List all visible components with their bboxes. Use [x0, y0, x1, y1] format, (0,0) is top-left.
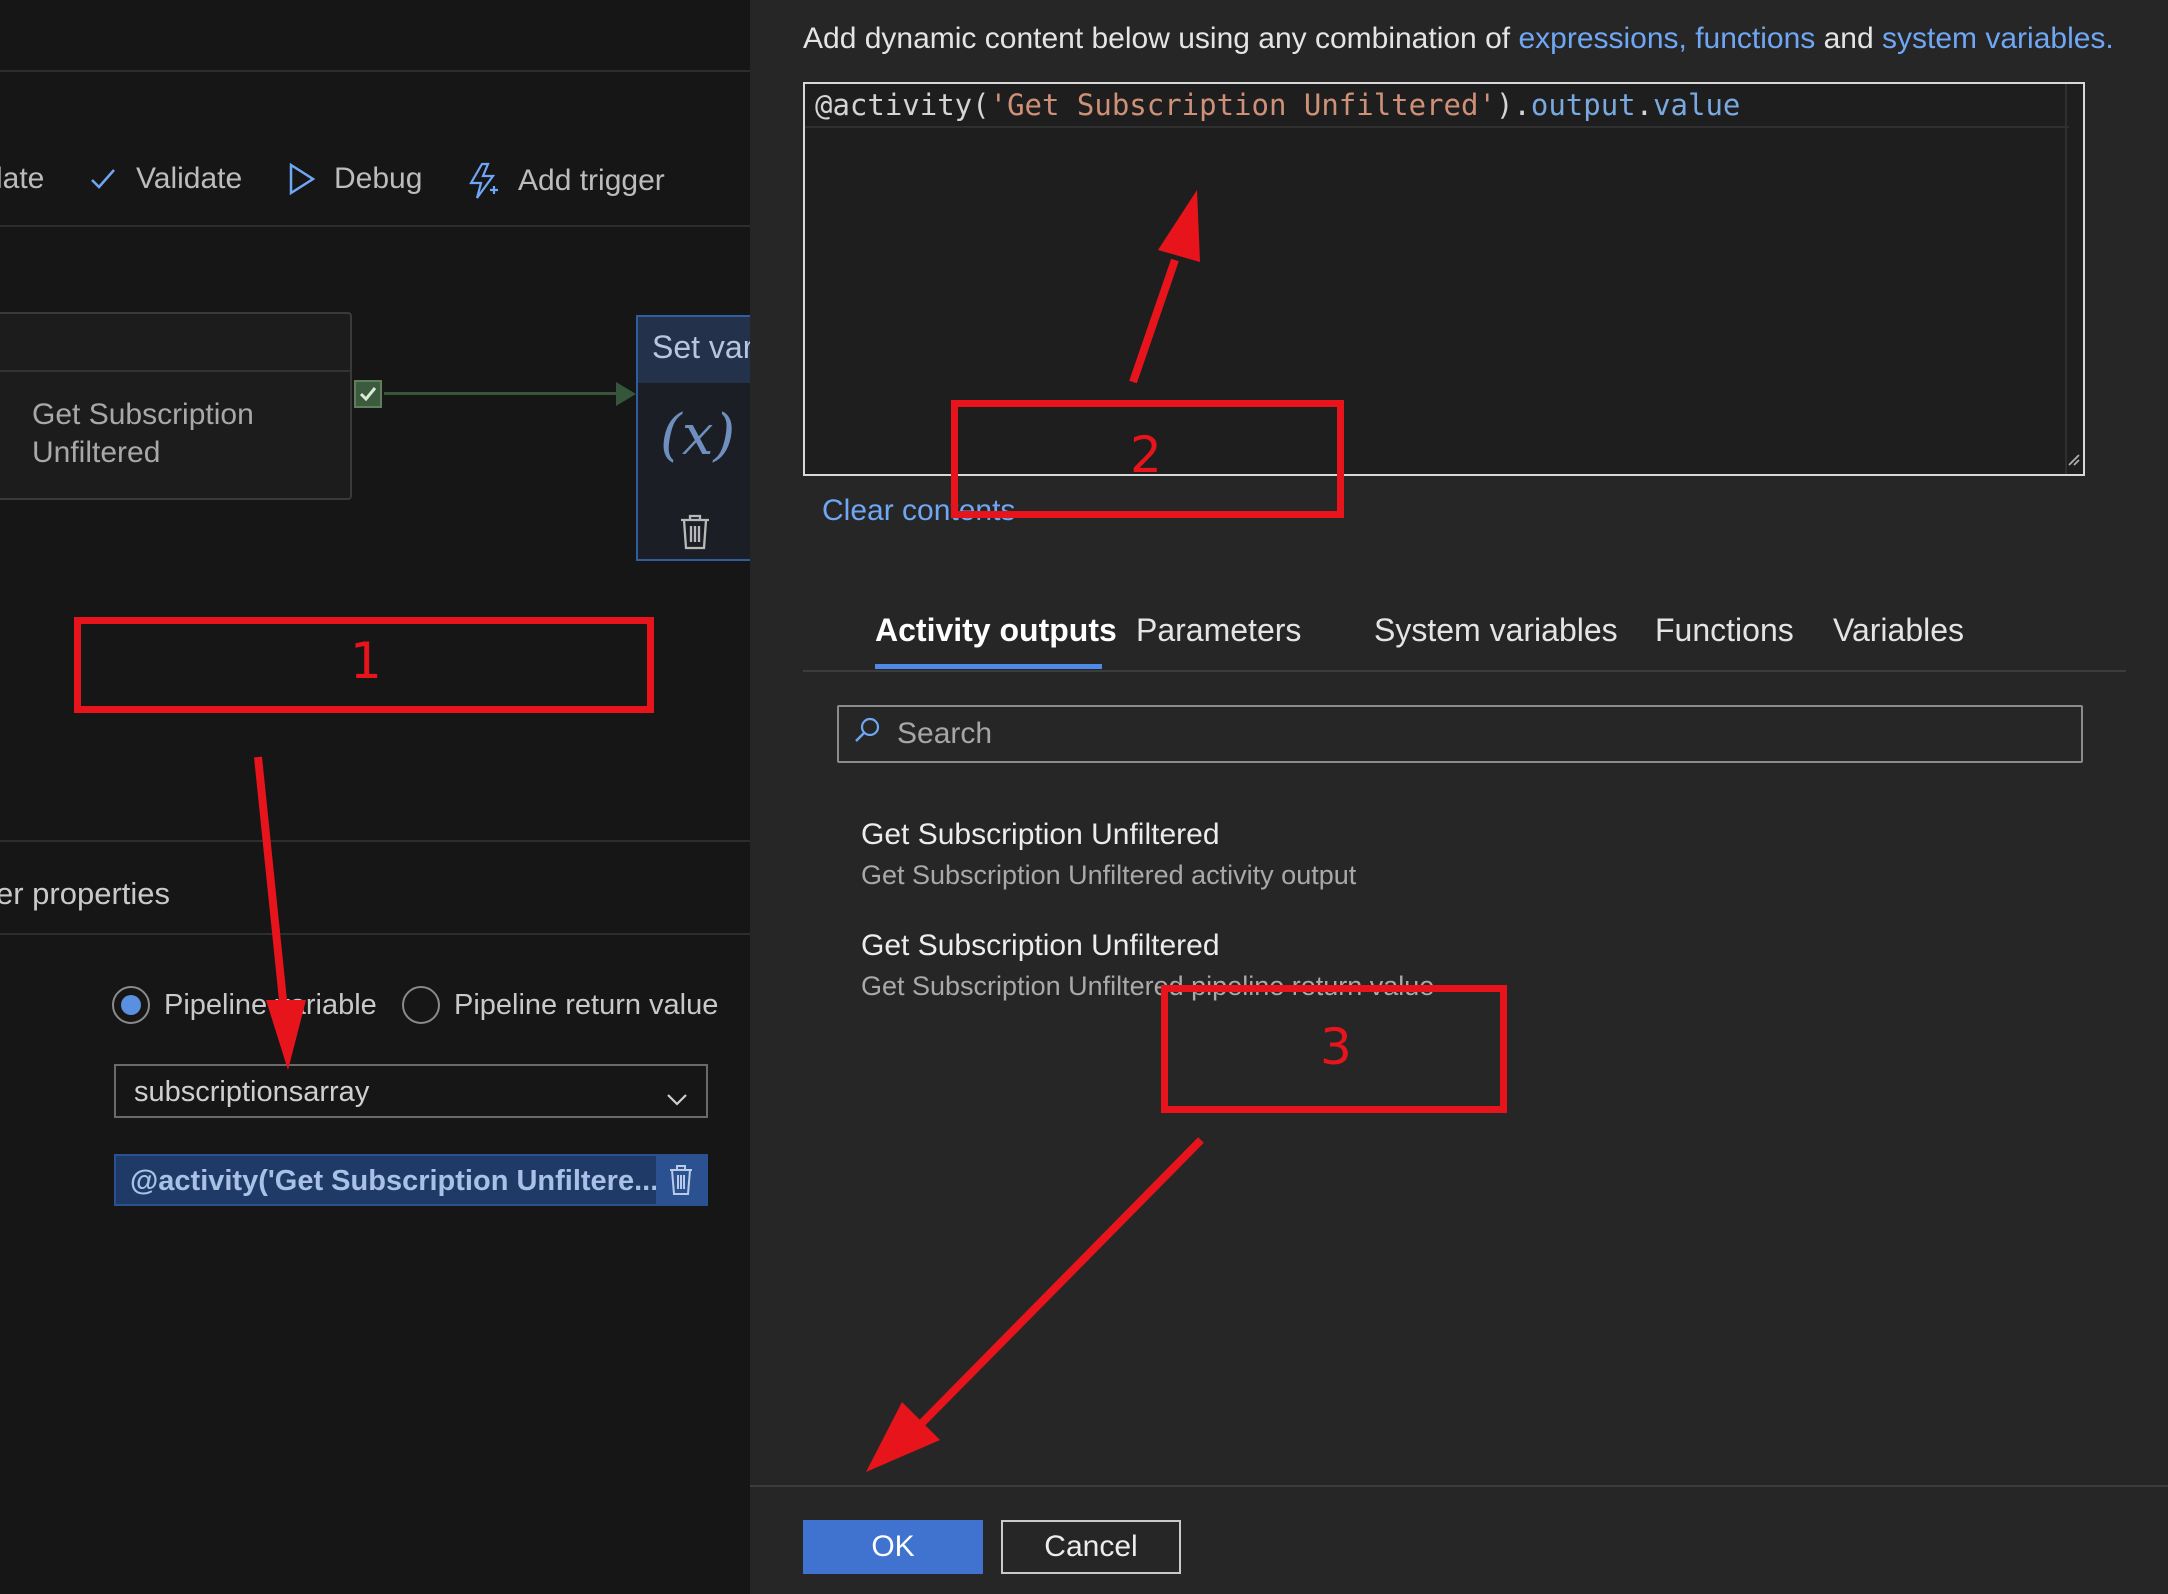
activity-card-name: Get Subscription Unfiltered: [32, 398, 254, 469]
list-item-title: Get Subscription Unfiltered: [861, 929, 1220, 962]
intro-and: and: [1823, 22, 1874, 55]
value-expression-field[interactable]: @activity('Get Subscription Unfiltere...: [114, 1154, 708, 1206]
ok-button[interactable]: OK: [803, 1520, 983, 1574]
set-variable-card[interactable]: Set vari (x): [636, 315, 750, 561]
play-icon: [288, 162, 316, 196]
list-item[interactable]: Get Subscription Unfiltered Get Subscrip…: [861, 818, 1356, 891]
footer-divider: [750, 1485, 2168, 1487]
divider: [0, 70, 750, 72]
debug-button[interactable]: Debug: [288, 162, 422, 196]
tab-variables[interactable]: Variables: [1833, 612, 1964, 649]
radio-pipeline-return-value[interactable]: Pipeline return value: [402, 986, 718, 1024]
toolbar-partial-button[interactable]: late: [0, 162, 44, 196]
list-item[interactable]: Get Subscription Unfiltered Get Subscrip…: [861, 929, 1434, 1002]
success-output-checkbox-icon[interactable]: [354, 380, 382, 408]
radio-pipeline-variable[interactable]: Pipeline variable: [112, 986, 377, 1024]
list-item-subtitle: Get Subscription Unfiltered activity out…: [861, 860, 1357, 890]
radio-pipeline-variable-label: Pipeline variable: [164, 988, 377, 1021]
variable-dropdown-value: subscriptionsarray: [134, 1076, 370, 1108]
divider: [0, 225, 750, 227]
search-box[interactable]: Search: [837, 705, 2083, 763]
expr-string: 'Get Subscription Unfiltered': [989, 88, 1496, 122]
tab-parameters[interactable]: Parameters: [1136, 612, 1301, 649]
dynamic-content-dialog: Add dynamic content below using any comb…: [750, 0, 2168, 1594]
radio-unselected-icon: [402, 986, 440, 1024]
clear-contents-link[interactable]: Clear contents: [822, 494, 1015, 528]
activity-card-header: [0, 314, 350, 372]
value-expression-text: @activity('Get Subscription Unfiltere...: [130, 1165, 659, 1197]
radio-return-value-label: Pipeline return value: [454, 988, 719, 1021]
validate-label: Validate: [136, 162, 243, 195]
variable-name-dropdown[interactable]: subscriptionsarray: [114, 1064, 708, 1118]
expr-prop-value: value: [1653, 88, 1741, 122]
intro-text: Add dynamic content below using any comb…: [803, 22, 1511, 55]
activity-card-get-subscription[interactable]: Get Subscription Unfiltered: [0, 312, 352, 500]
pipeline-canvas: late Validate Debug Add trigger Get Subs…: [0, 0, 750, 1594]
cancel-button[interactable]: Cancel: [1001, 1520, 1181, 1574]
resize-handle-icon[interactable]: [2065, 451, 2081, 472]
tab-activity-outputs[interactable]: Activity outputs: [875, 612, 1117, 649]
tab-system-variables[interactable]: System variables: [1374, 612, 1618, 649]
divider: [0, 840, 750, 842]
radio-selected-icon: [112, 986, 150, 1024]
expr-close: ).: [1495, 88, 1531, 122]
delete-expression-icon[interactable]: [656, 1156, 706, 1204]
check-icon: [88, 164, 118, 194]
search-icon: [853, 716, 881, 752]
expression-line[interactable]: @activity('Get Subscription Unfiltered')…: [805, 84, 2069, 128]
expressions-functions-link[interactable]: expressions, functions: [1518, 22, 1815, 55]
tab-functions[interactable]: Functions: [1655, 612, 1794, 649]
connector-arrow-icon: [616, 382, 636, 406]
dialog-intro: Add dynamic content below using any comb…: [803, 22, 2114, 56]
expr-at: @: [815, 88, 833, 122]
system-variables-link[interactable]: system variables.: [1882, 22, 2114, 55]
validate-button[interactable]: Validate: [88, 162, 242, 196]
expr-function: activity(: [832, 88, 990, 122]
editor-scrollbar[interactable]: [2065, 84, 2083, 474]
variable-fx-icon: (x): [660, 403, 736, 468]
add-trigger-label: Add trigger: [518, 164, 665, 197]
chevron-down-icon: [666, 1082, 688, 1115]
expr-dot: .: [1635, 88, 1654, 122]
content-tabs: Activity outputs Parameters System varia…: [803, 606, 2126, 672]
lightning-icon: [466, 162, 500, 200]
set-variable-card-title: Set vari: [638, 317, 750, 383]
list-item-title: Get Subscription Unfiltered: [861, 818, 1220, 851]
active-tab-indicator: [875, 664, 1102, 669]
add-trigger-button[interactable]: Add trigger: [466, 162, 665, 200]
expr-prop-output: output: [1530, 88, 1636, 122]
divider: [0, 933, 750, 935]
debug-label: Debug: [334, 162, 423, 195]
list-item-subtitle: Get Subscription Unfiltered pipeline ret…: [861, 971, 1435, 1001]
search-placeholder: Search: [897, 717, 993, 750]
success-connector-line: [384, 392, 624, 395]
delete-activity-icon[interactable]: [678, 513, 712, 556]
properties-title: er properties: [0, 876, 171, 911]
expression-editor[interactable]: @activity('Get Subscription Unfiltered')…: [803, 82, 2085, 476]
toolbar-partial-label: late: [0, 162, 45, 195]
